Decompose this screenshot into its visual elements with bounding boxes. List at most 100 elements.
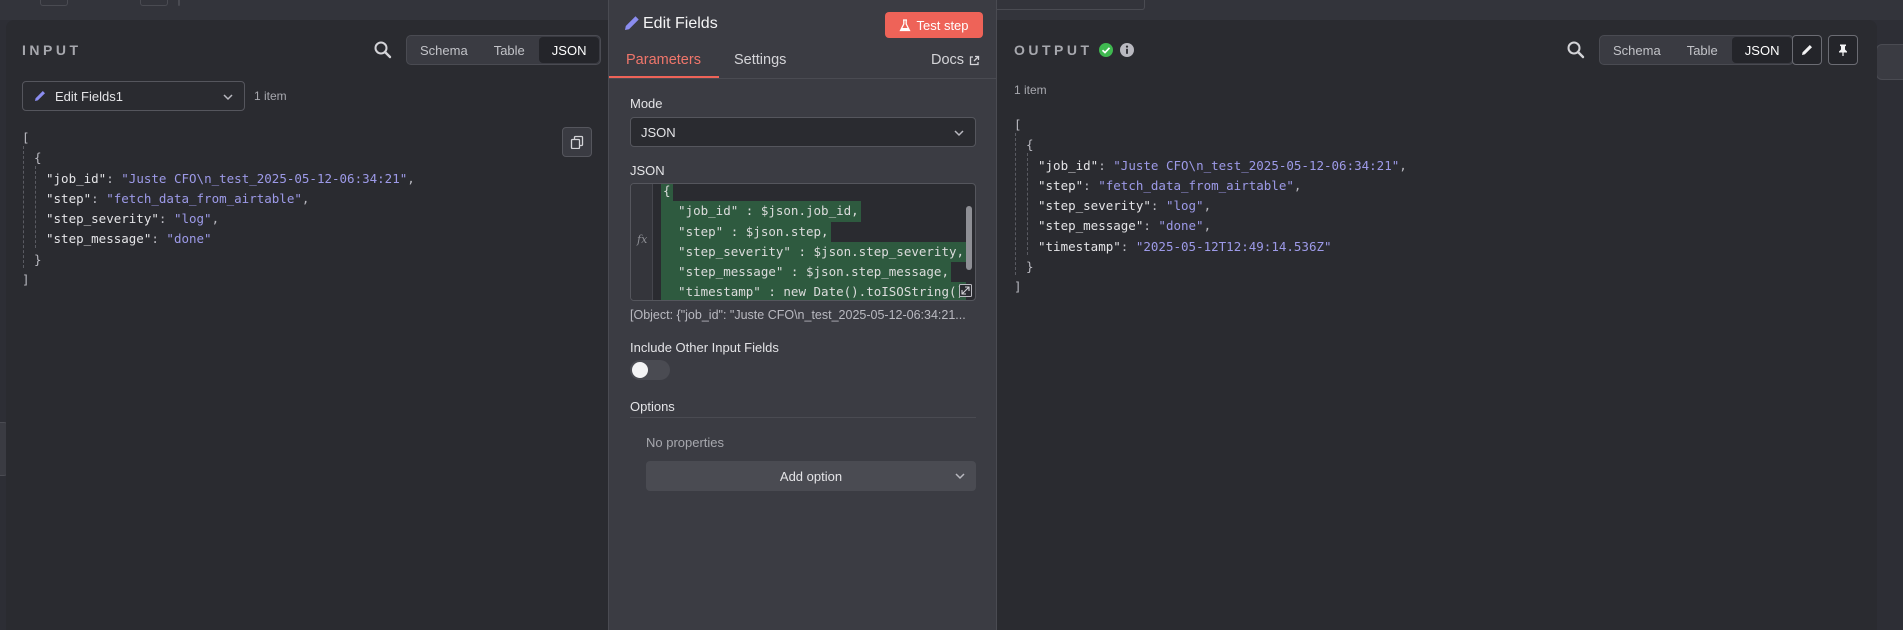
code-line: { — [661, 184, 966, 202]
backdrop-right-handle — [1876, 44, 1903, 80]
output-view-schema[interactable]: Schema — [1600, 36, 1674, 64]
json-field: "step_message": "done" — [46, 231, 212, 247]
output-panel-title: OUTPUT — [1014, 42, 1093, 58]
test-step-button[interactable]: Test step — [885, 12, 983, 38]
tabs-divider — [609, 78, 998, 79]
output-view-table[interactable]: Table — [1674, 36, 1731, 64]
external-link-icon — [969, 55, 980, 65]
docs-link-label: Docs — [931, 52, 965, 68]
input-view-json[interactable]: JSON — [538, 37, 600, 63]
input-node-select-label: Edit Fields1 — [55, 88, 123, 104]
mode-label: Mode — [630, 96, 663, 111]
json-label: JSON — [630, 163, 665, 178]
chevron-down-icon — [955, 473, 965, 480]
json-field: "step": "fetch_data_from_airtable", — [1038, 177, 1302, 193]
edit-output-button[interactable] — [1792, 35, 1822, 65]
json-open-object: { — [34, 150, 42, 166]
json-open-array: [ — [22, 130, 30, 145]
copy-icon — [570, 135, 584, 149]
pencil-icon — [625, 16, 639, 30]
no-properties-text: No properties — [646, 435, 725, 450]
expand-editor-icon[interactable] — [959, 284, 972, 297]
info-icon[interactable] — [1119, 42, 1135, 58]
node-title: Edit Fields — [643, 15, 718, 32]
json-value: "log" — [1165, 198, 1204, 214]
mode-select-value: JSON — [641, 124, 676, 140]
json-key: "timestamp" — [1038, 238, 1121, 254]
mode-select[interactable]: JSON — [630, 117, 976, 147]
json-field: "job_id": "Juste CFO\n_test_2025-05-12-0… — [1038, 157, 1407, 173]
output-panel: OUTPUT Schema Table JSON 1 item [ { "job… — [997, 20, 1877, 630]
pencil-icon — [1802, 45, 1812, 55]
node-settings-panel: Edit Fields Test step Parameters Setting… — [608, 0, 998, 630]
input-node-select[interactable]: Edit Fields1 — [22, 81, 245, 111]
pin-data-button[interactable] — [1828, 35, 1858, 65]
code-lines: { "job_id" : $json.job_id, "step" : $jso… — [661, 184, 967, 300]
json-close-object: } — [1026, 259, 1034, 275]
code-line: "step_message" : $json.step_message, — [661, 262, 966, 283]
backdrop-fragment — [40, 0, 68, 6]
code-scrollbar[interactable] — [966, 206, 972, 270]
json-key: "step_message" — [1038, 218, 1144, 234]
json-value: "2025-05-12T12:49:14.536Z" — [1135, 238, 1332, 254]
chevron-down-icon — [954, 130, 964, 137]
json-open-array: [ — [1014, 117, 1022, 132]
tab-settings[interactable]: Settings — [734, 52, 786, 68]
test-step-label: Test step — [916, 17, 969, 33]
json-key: "step_severity" — [46, 211, 159, 227]
output-json-view: [ { "job_id": "Juste CFO\n_test_2025-05-… — [1014, 115, 1407, 298]
json-field: "step_severity": "log", — [1038, 198, 1212, 214]
code-line: "timestamp" : new Date().toISOString() — [661, 282, 967, 300]
json-field: "step_severity": "log", — [46, 211, 220, 227]
json-key: "step" — [46, 190, 92, 206]
json-open-object: { — [1026, 137, 1034, 153]
json-field: "timestamp": "2025-05-12T12:49:14.536Z" — [1038, 238, 1332, 254]
pin-icon — [1839, 44, 1847, 56]
json-field: "step_message": "done", — [1038, 218, 1212, 234]
code-line: "step_severity" : $json.step_severity, — [661, 241, 967, 263]
json-value: "fetch_data_from_airtable" — [106, 190, 302, 206]
json-value: "Juste CFO\n_test_2025-05-12-06:34:21" — [121, 170, 408, 186]
expression-preview: [Object: {"job_id": "Juste CFO\n_test_20… — [630, 308, 966, 322]
input-panel-title: INPUT — [22, 42, 82, 58]
json-value: "log" — [173, 211, 212, 227]
docs-link[interactable]: Docs — [931, 52, 980, 68]
json-value: "done" — [1158, 218, 1204, 234]
json-key: "step_severity" — [1038, 198, 1151, 214]
check-circle-icon — [1099, 43, 1113, 57]
input-view-mode-toggle: Schema Table JSON — [406, 35, 602, 65]
code-line: "job_id" : $json.job_id, — [661, 201, 966, 222]
json-value: "done" — [166, 231, 212, 247]
input-panel: INPUT Schema Table JSON Edit Fields1 1 i… — [6, 20, 608, 630]
output-view-mode-toggle: Schema Table JSON — [1599, 35, 1795, 65]
input-item-count: 1 item — [254, 89, 287, 103]
json-key: "step_message" — [46, 231, 152, 247]
copy-button[interactable] — [562, 127, 592, 157]
json-value: "fetch_data_from_airtable" — [1098, 177, 1294, 193]
input-view-schema[interactable]: Schema — [407, 36, 481, 64]
toggle-knob — [632, 362, 648, 378]
json-close-array: ] — [22, 272, 30, 288]
search-icon[interactable] — [372, 39, 394, 61]
tab-parameters[interactable]: Parameters — [626, 52, 701, 68]
chevron-down-icon — [223, 94, 233, 101]
include-fields-toggle[interactable] — [630, 360, 670, 380]
output-item-count: 1 item — [1014, 83, 1047, 97]
json-close-object: } — [34, 251, 42, 267]
input-view-table[interactable]: Table — [481, 36, 538, 64]
input-json-view: [ { "job_id": "Juste CFO\n_test_2025-05-… — [22, 128, 415, 290]
add-option-button[interactable]: Add option — [646, 461, 976, 491]
backdrop-fragment — [178, 0, 180, 6]
options-divider — [630, 417, 976, 418]
expression-fx-icon: fx — [637, 233, 648, 246]
include-fields-label: Include Other Input Fields — [630, 340, 779, 355]
search-icon[interactable] — [1565, 39, 1587, 61]
add-option-label: Add option — [779, 468, 843, 484]
backdrop-fragment — [140, 0, 168, 6]
json-code-editor[interactable]: fx { "job_id" : $json.job_id, "step" : $… — [630, 183, 976, 301]
json-key: "job_id" — [46, 170, 107, 186]
output-view-json[interactable]: JSON — [1731, 37, 1793, 63]
json-field: "job_id": "Juste CFO\n_test_2025-05-12-0… — [46, 170, 415, 186]
json-key: "step" — [1038, 177, 1084, 193]
pencil-icon — [35, 91, 45, 101]
